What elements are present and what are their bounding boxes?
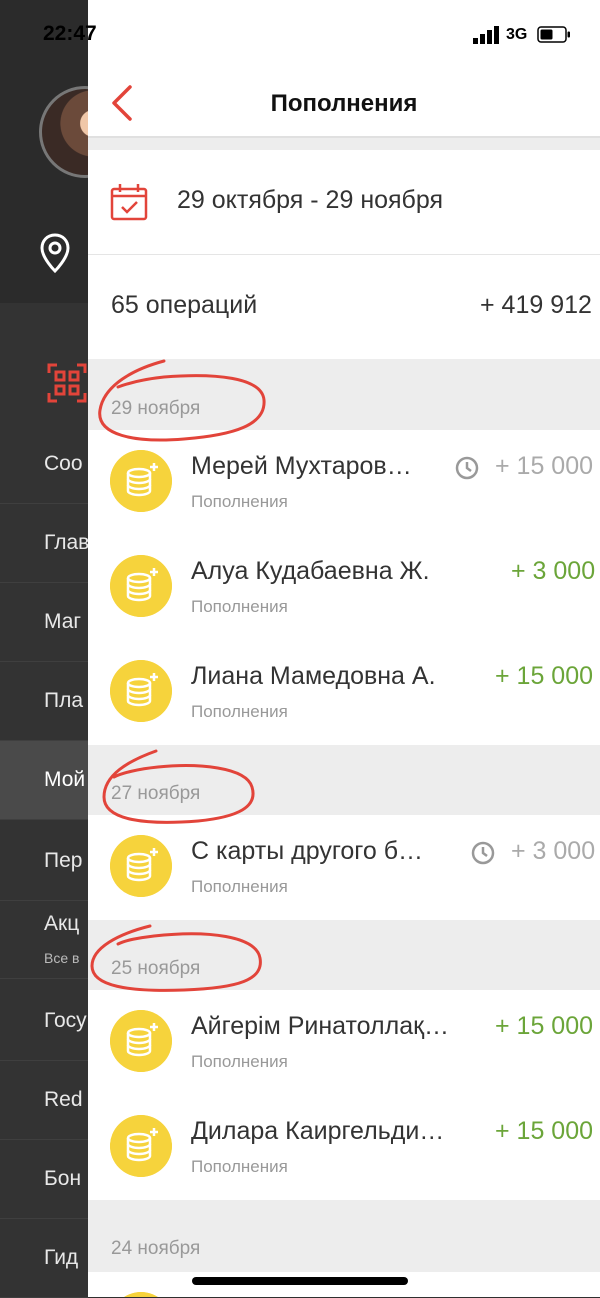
sidebar-item-7[interactable]: Госу <box>0 982 88 1061</box>
deposits-panel: Пополнения 29 октября - 29 ноября 65 опе… <box>88 0 600 1297</box>
transaction-category: Пополнения <box>191 597 288 616</box>
transaction-amount: + 15 000 <box>495 1117 594 1145</box>
home-indicator[interactable] <box>192 1277 408 1285</box>
sidebar-item-2[interactable]: Маг <box>0 583 88 662</box>
transaction-category: Пополнения <box>191 1052 288 1071</box>
date-section-header: 25 ноября <box>88 920 600 992</box>
transaction-row[interactable]: Мерей Мухтаров… Пополнения + 15 000 <box>88 430 600 536</box>
coins-icon <box>110 1292 172 1297</box>
transaction-category: Пополнения <box>191 702 288 721</box>
transaction-category: Пополнения <box>191 1157 288 1176</box>
coins-icon <box>110 450 172 512</box>
date-section-header: 29 ноября <box>88 360 600 432</box>
date-section-header: 27 ноября <box>88 745 600 817</box>
coins-icon <box>110 835 172 897</box>
sidebar-item-6-sublabel: Все в <box>44 950 80 966</box>
location-pin-icon[interactable] <box>40 233 70 273</box>
coins-icon <box>110 555 172 617</box>
network-type: 3G <box>506 26 528 43</box>
transaction-name: Алуа Кудабаевна Ж. <box>191 557 430 585</box>
total-amount: + 419 912 <box>480 291 592 319</box>
section-date: 25 ноября <box>111 958 201 979</box>
section-date: 24 ноября <box>111 1238 201 1259</box>
transaction-row[interactable]: Алуа Кудабаевна Ж. Пополнения + 3 000 <box>88 535 600 641</box>
transaction-name: С карты другого б… <box>191 837 424 865</box>
coins-icon <box>110 1010 172 1072</box>
transaction-row[interactable]: Дилара Каиргельди… Пополнения + 15 000 <box>88 1095 600 1201</box>
transaction-name: Мерей Мухтаров… <box>191 452 412 480</box>
sidebar-item-6[interactable]: Акц <box>0 900 88 979</box>
summary-row: 65 операций + 419 912 <box>88 255 600 359</box>
transaction-category: Пополнения <box>191 492 288 511</box>
status-time: 22:47 <box>43 22 97 45</box>
coins-icon <box>110 1115 172 1177</box>
page-title: Пополнения <box>270 90 418 117</box>
transaction-name: Дилара Каиргельди… <box>191 1117 445 1145</box>
transaction-amount: + 15 000 <box>495 1012 594 1040</box>
clock-icon <box>471 841 495 865</box>
transaction-amount: + 15 000 <box>495 452 594 480</box>
battery-icon <box>537 26 570 43</box>
transaction-name: Айгерім Ринатоллақ… <box>191 1012 450 1040</box>
side-menu: Соо Глав Маг Пла Мой Пер Акц Все в Госу … <box>0 0 131 1298</box>
calendar-icon <box>110 184 148 221</box>
transaction-row[interactable]: С карты другого б… Пополнения + 3 000 <box>88 815 600 921</box>
sidebar-item-5[interactable]: Пер <box>0 822 88 901</box>
qr-code-icon[interactable] <box>47 363 87 403</box>
section-date: 27 ноября <box>111 783 201 804</box>
transaction-category: Пополнения <box>191 877 288 896</box>
transaction-amount: + 3 000 <box>511 557 596 585</box>
transaction-name: Лиана Мамедовна А. <box>191 662 436 690</box>
sidebar-item-9[interactable]: Бон <box>0 1140 88 1219</box>
date-range-filter[interactable]: 29 октября - 29 ноября <box>88 150 600 255</box>
transaction-amount: + 15 000 <box>495 662 594 690</box>
sidebar-item-8[interactable]: Red <box>0 1061 88 1140</box>
clock-icon <box>455 456 479 480</box>
transaction-row[interactable]: Айгерім Ринатоллақ… Пополнения + 15 000 <box>88 990 600 1096</box>
signal-bars-icon <box>473 26 499 44</box>
transaction-row[interactable]: Лиана Мамедовна А. Пополнения + 15 000 <box>88 640 600 746</box>
operations-count: 65 операций <box>111 291 258 319</box>
status-bar: 22:47 3G <box>0 0 600 70</box>
sidebar-item-0[interactable]: Соо <box>0 425 88 504</box>
section-date: 29 ноября <box>111 398 201 419</box>
date-range-text: 29 октября - 29 ноября <box>177 186 444 214</box>
transaction-amount: + 3 000 <box>511 837 596 865</box>
coins-icon <box>110 660 172 722</box>
sidebar-item-10[interactable]: Гид <box>0 1219 88 1298</box>
sidebar-item-4[interactable]: Мой <box>0 741 88 820</box>
sidebar-item-1[interactable]: Глав <box>0 504 88 583</box>
sidebar-item-3[interactable]: Пла <box>0 662 88 741</box>
